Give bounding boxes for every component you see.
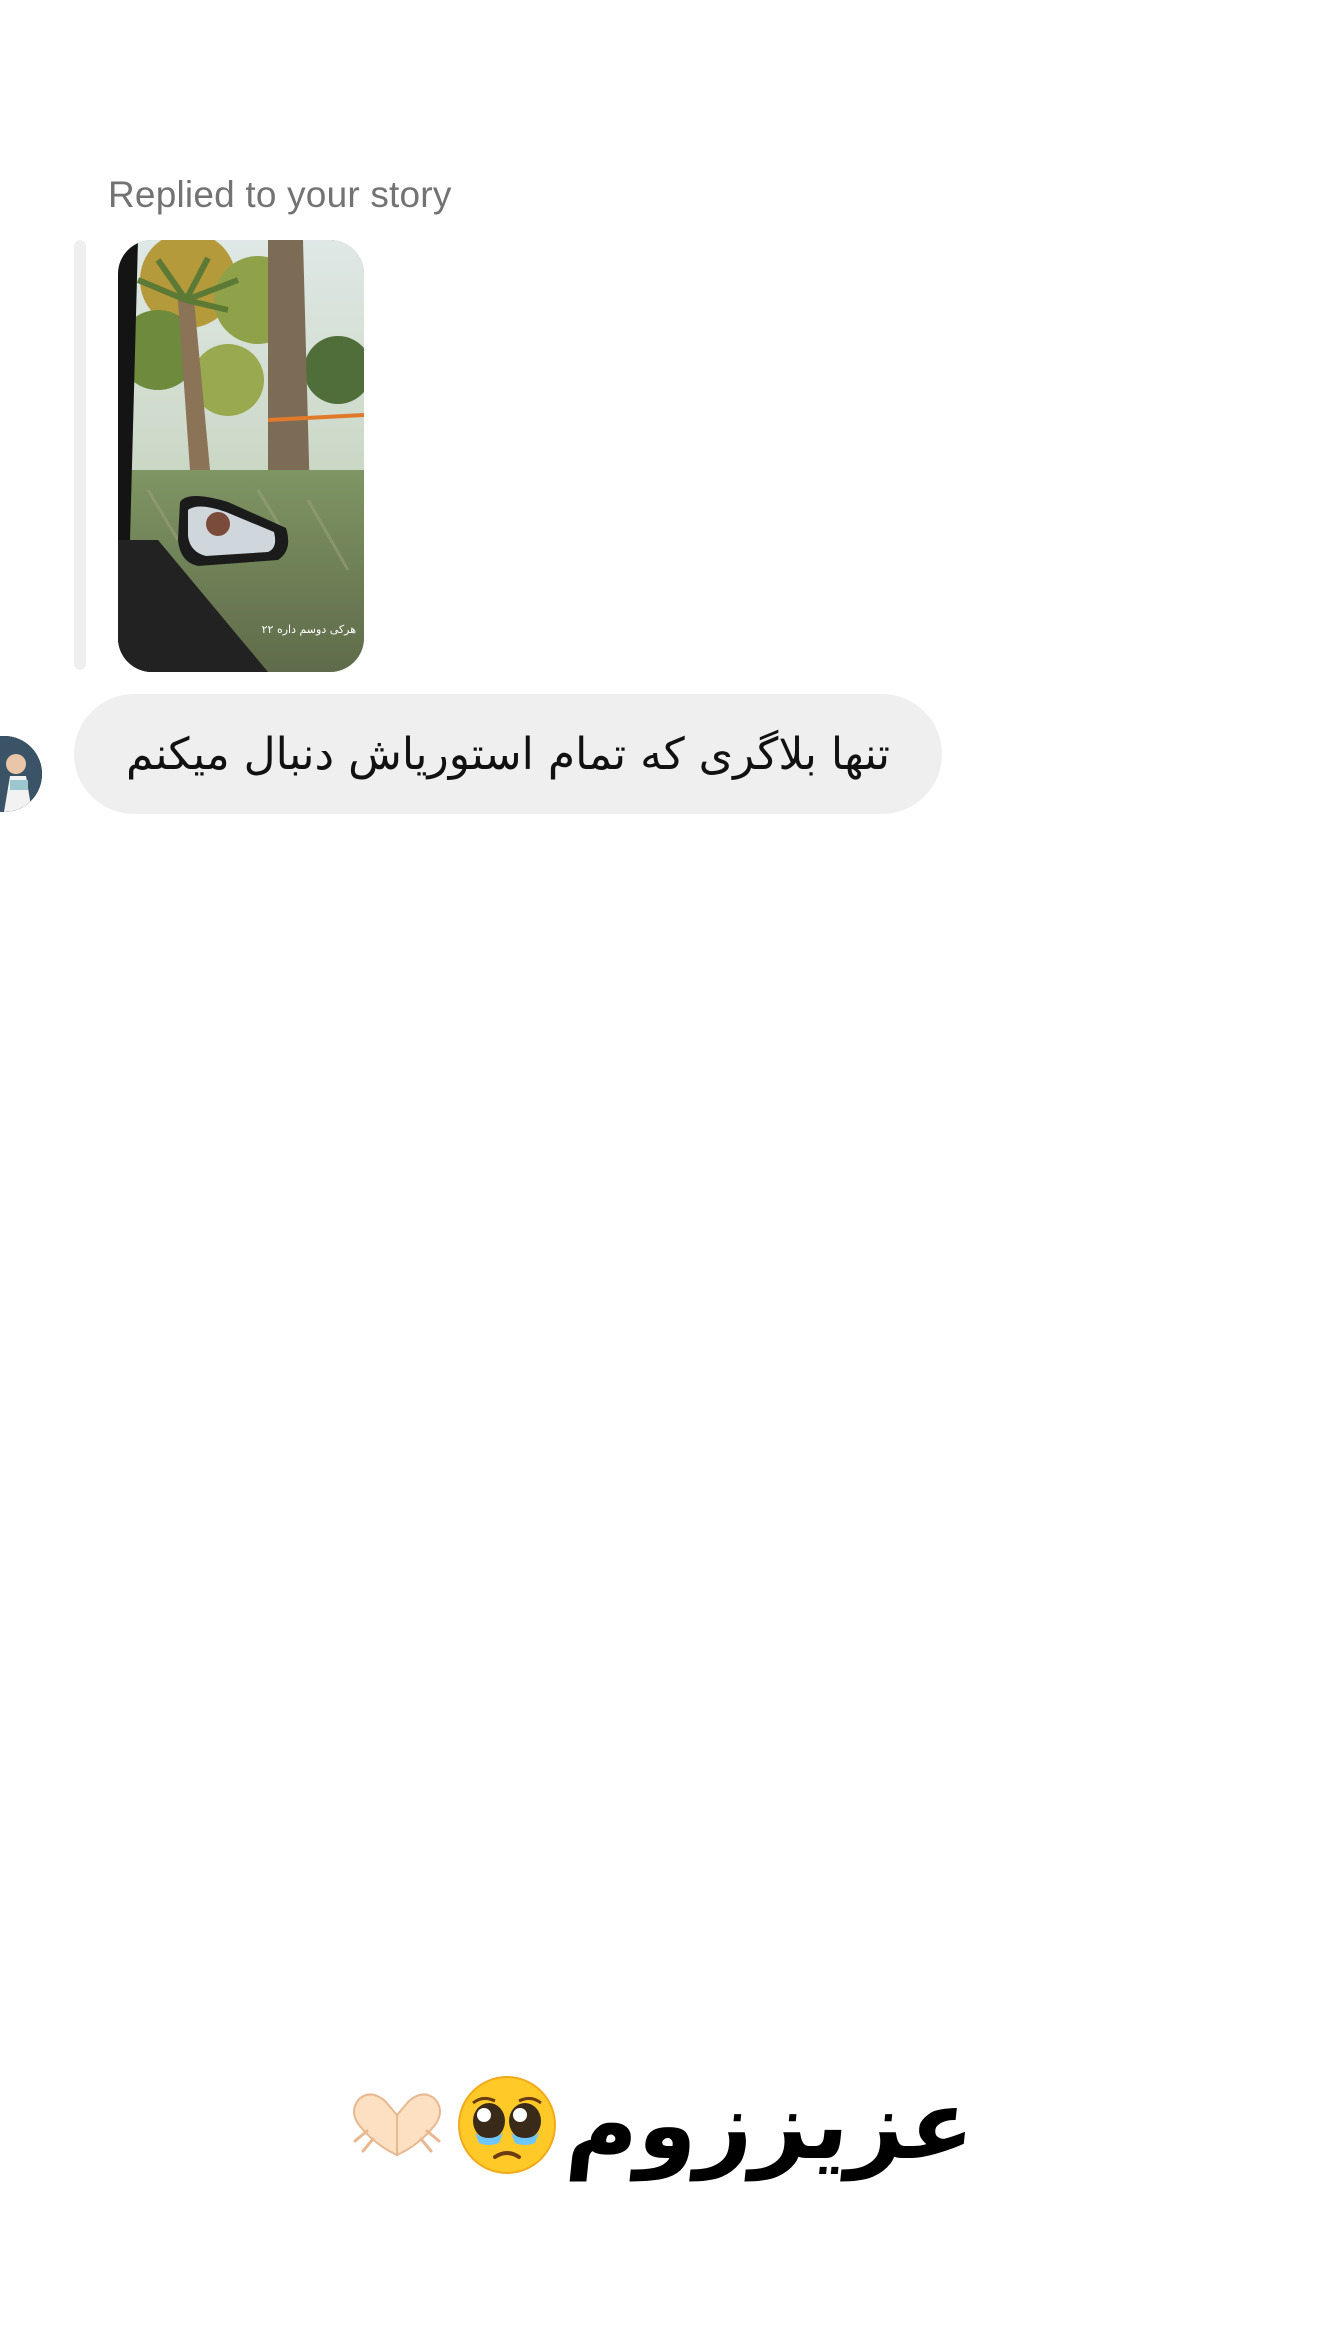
message-bubble[interactable]: تنها بلاگری که تمام استوریاش دنبال میکنم [74, 694, 942, 814]
sticker-text: عزیززوم [562, 2069, 982, 2181]
reply-quote-bar [74, 240, 86, 670]
story-thumbnail-image [118, 240, 364, 672]
story-thumbnail[interactable]: هرکی دوسم داره ۲۲ [118, 240, 364, 672]
sender-avatar-icon [0, 736, 42, 812]
heart-hands-icon [345, 2085, 449, 2165]
pleading-face-with-tears-icon [455, 2073, 559, 2177]
sticker: عزیززوم [352, 2050, 981, 2200]
message-text: تنها بلاگری که تمام استوریاش دنبال میکنم [125, 728, 891, 780]
story-thumbnail-caption: هرکی دوسم داره ۲۲ [261, 623, 356, 636]
avatar[interactable] [0, 736, 42, 812]
replied-to-story-label: Replied to your story [108, 174, 452, 215]
